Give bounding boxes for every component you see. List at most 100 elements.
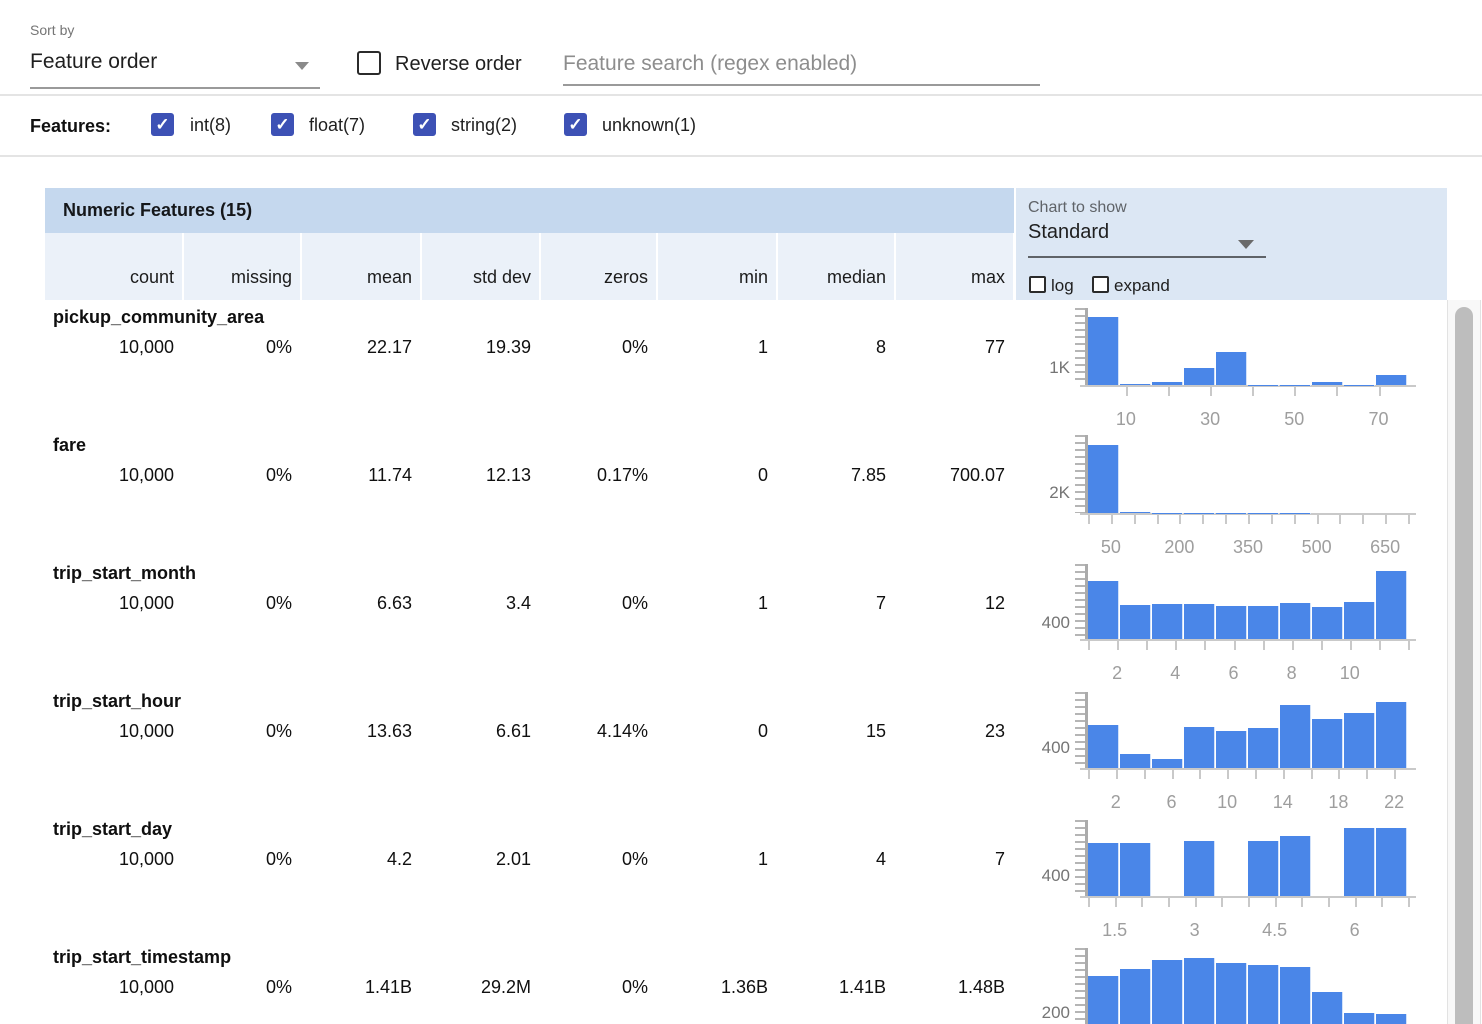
stat-zeros: 4.14%	[539, 721, 656, 745]
xtick	[1355, 898, 1357, 907]
xtick	[1088, 515, 1090, 524]
histogram-chart: 400246810	[1088, 566, 1408, 639]
xtick	[1195, 898, 1197, 907]
xlab: 8	[1287, 663, 1297, 684]
stat-zeros: 0%	[539, 849, 656, 873]
xtick	[1379, 387, 1381, 396]
feature-name: trip_start_day	[53, 819, 172, 840]
stat-max: 700.07	[894, 465, 1013, 489]
stat-count: 10,000	[45, 977, 182, 1001]
sort-by-select[interactable]: Feature order	[30, 50, 320, 84]
stat-mean: 22.17	[300, 337, 420, 361]
stat-mean: 11.74	[300, 465, 420, 489]
xtick	[1225, 515, 1227, 524]
hbar	[1280, 967, 1311, 1024]
toolbar: Sort by Feature order Reverse order	[0, 0, 1482, 96]
expand-checkbox[interactable]	[1092, 276, 1109, 293]
stat-max: 77	[894, 337, 1013, 361]
stat-min: 0	[656, 465, 776, 489]
filter-label-float: float(7)	[309, 115, 365, 136]
stat-stddev: 6.61	[420, 721, 539, 745]
sort-by-value: Feature order	[30, 50, 157, 73]
col-header-zeros: zeros	[539, 233, 656, 300]
hbar	[1088, 317, 1119, 385]
stat-median: 4	[776, 849, 894, 873]
histogram-chart: 4001.534.56	[1088, 822, 1408, 896]
hbar	[1248, 965, 1279, 1024]
xtick	[1301, 898, 1303, 907]
chart-controls-panel: Chart to show Standard log expand	[1016, 188, 1447, 300]
stat-zeros: 0%	[539, 593, 656, 617]
hbar	[1184, 727, 1215, 768]
hbar	[1120, 512, 1151, 513]
vertical-scrollbar-thumb[interactable]	[1455, 307, 1473, 1024]
filter-checkbox-int[interactable]	[151, 113, 174, 136]
hbar	[1248, 841, 1279, 896]
hbar	[1088, 843, 1119, 896]
hbar	[1088, 445, 1119, 513]
xtick	[1339, 515, 1341, 524]
stat-missing: 0%	[182, 849, 300, 873]
hbar	[1184, 368, 1215, 385]
xlab: 10	[1340, 663, 1360, 684]
hbar	[1312, 719, 1343, 768]
vertical-scrollbar-track[interactable]	[1447, 300, 1481, 1024]
filter-checkbox-float[interactable]	[271, 113, 294, 136]
col-header-median: median	[776, 233, 894, 300]
xtick	[1311, 770, 1313, 779]
stat-stddev: 29.2M	[420, 977, 539, 1001]
yruler	[1075, 948, 1085, 1024]
hbar	[1376, 1014, 1407, 1024]
search-input[interactable]	[563, 44, 1040, 86]
expand-label: expand	[1114, 276, 1170, 296]
xtick	[1248, 898, 1250, 907]
hbar	[1184, 604, 1215, 639]
log-checkbox[interactable]	[1029, 276, 1046, 293]
xtick	[1338, 770, 1340, 779]
hbar	[1088, 725, 1119, 768]
hbar	[1248, 606, 1279, 640]
filter-label-int: int(8)	[190, 115, 231, 136]
hbar	[1248, 385, 1279, 386]
hbar	[1376, 571, 1407, 640]
reverse-order-checkbox[interactable]	[357, 51, 381, 75]
stat-median: 7	[776, 593, 894, 617]
stat-min: 0	[656, 721, 776, 745]
xtick	[1202, 515, 1204, 524]
filter-label-string: string(2)	[451, 115, 517, 136]
filter-checkbox-string[interactable]	[413, 113, 436, 136]
ylab: 400	[1020, 613, 1070, 633]
stat-zeros: 0.17%	[539, 465, 656, 489]
xtick	[1116, 770, 1118, 779]
xlab: 2	[1112, 663, 1122, 684]
column-header-row: count missing mean std dev zeros min med…	[45, 233, 1013, 300]
stat-max: 7	[894, 849, 1013, 873]
xtick	[1088, 898, 1090, 907]
chart-type-value: Standard	[1028, 221, 1109, 244]
yruler	[1075, 692, 1085, 768]
filter-label-unknown: unknown(1)	[602, 115, 696, 136]
ylab: 400	[1020, 866, 1070, 886]
hbar	[1120, 384, 1151, 385]
xtick	[1117, 641, 1119, 650]
xtick	[1088, 770, 1090, 779]
stat-zeros: 0%	[539, 977, 656, 1001]
hbar	[1280, 603, 1311, 639]
stat-missing: 0%	[182, 593, 300, 617]
log-label: log	[1051, 276, 1074, 296]
chart-to-show-caption: Chart to show	[1028, 199, 1127, 217]
filter-checkbox-unknown[interactable]	[564, 113, 587, 136]
xlab: 14	[1273, 792, 1293, 813]
stat-stddev: 12.13	[420, 465, 539, 489]
xtick	[1210, 387, 1212, 396]
hbar	[1152, 960, 1183, 1024]
col-header-mean: mean	[300, 233, 420, 300]
stat-min: 1.36B	[656, 977, 776, 1001]
stat-stddev: 19.39	[420, 337, 539, 361]
xtick	[1172, 770, 1174, 779]
stat-median: 1.41B	[776, 977, 894, 1001]
stat-mean: 1.41B	[300, 977, 420, 1001]
hbar	[1184, 841, 1215, 896]
stat-stddev: 3.4	[420, 593, 539, 617]
hbar	[1152, 382, 1183, 385]
